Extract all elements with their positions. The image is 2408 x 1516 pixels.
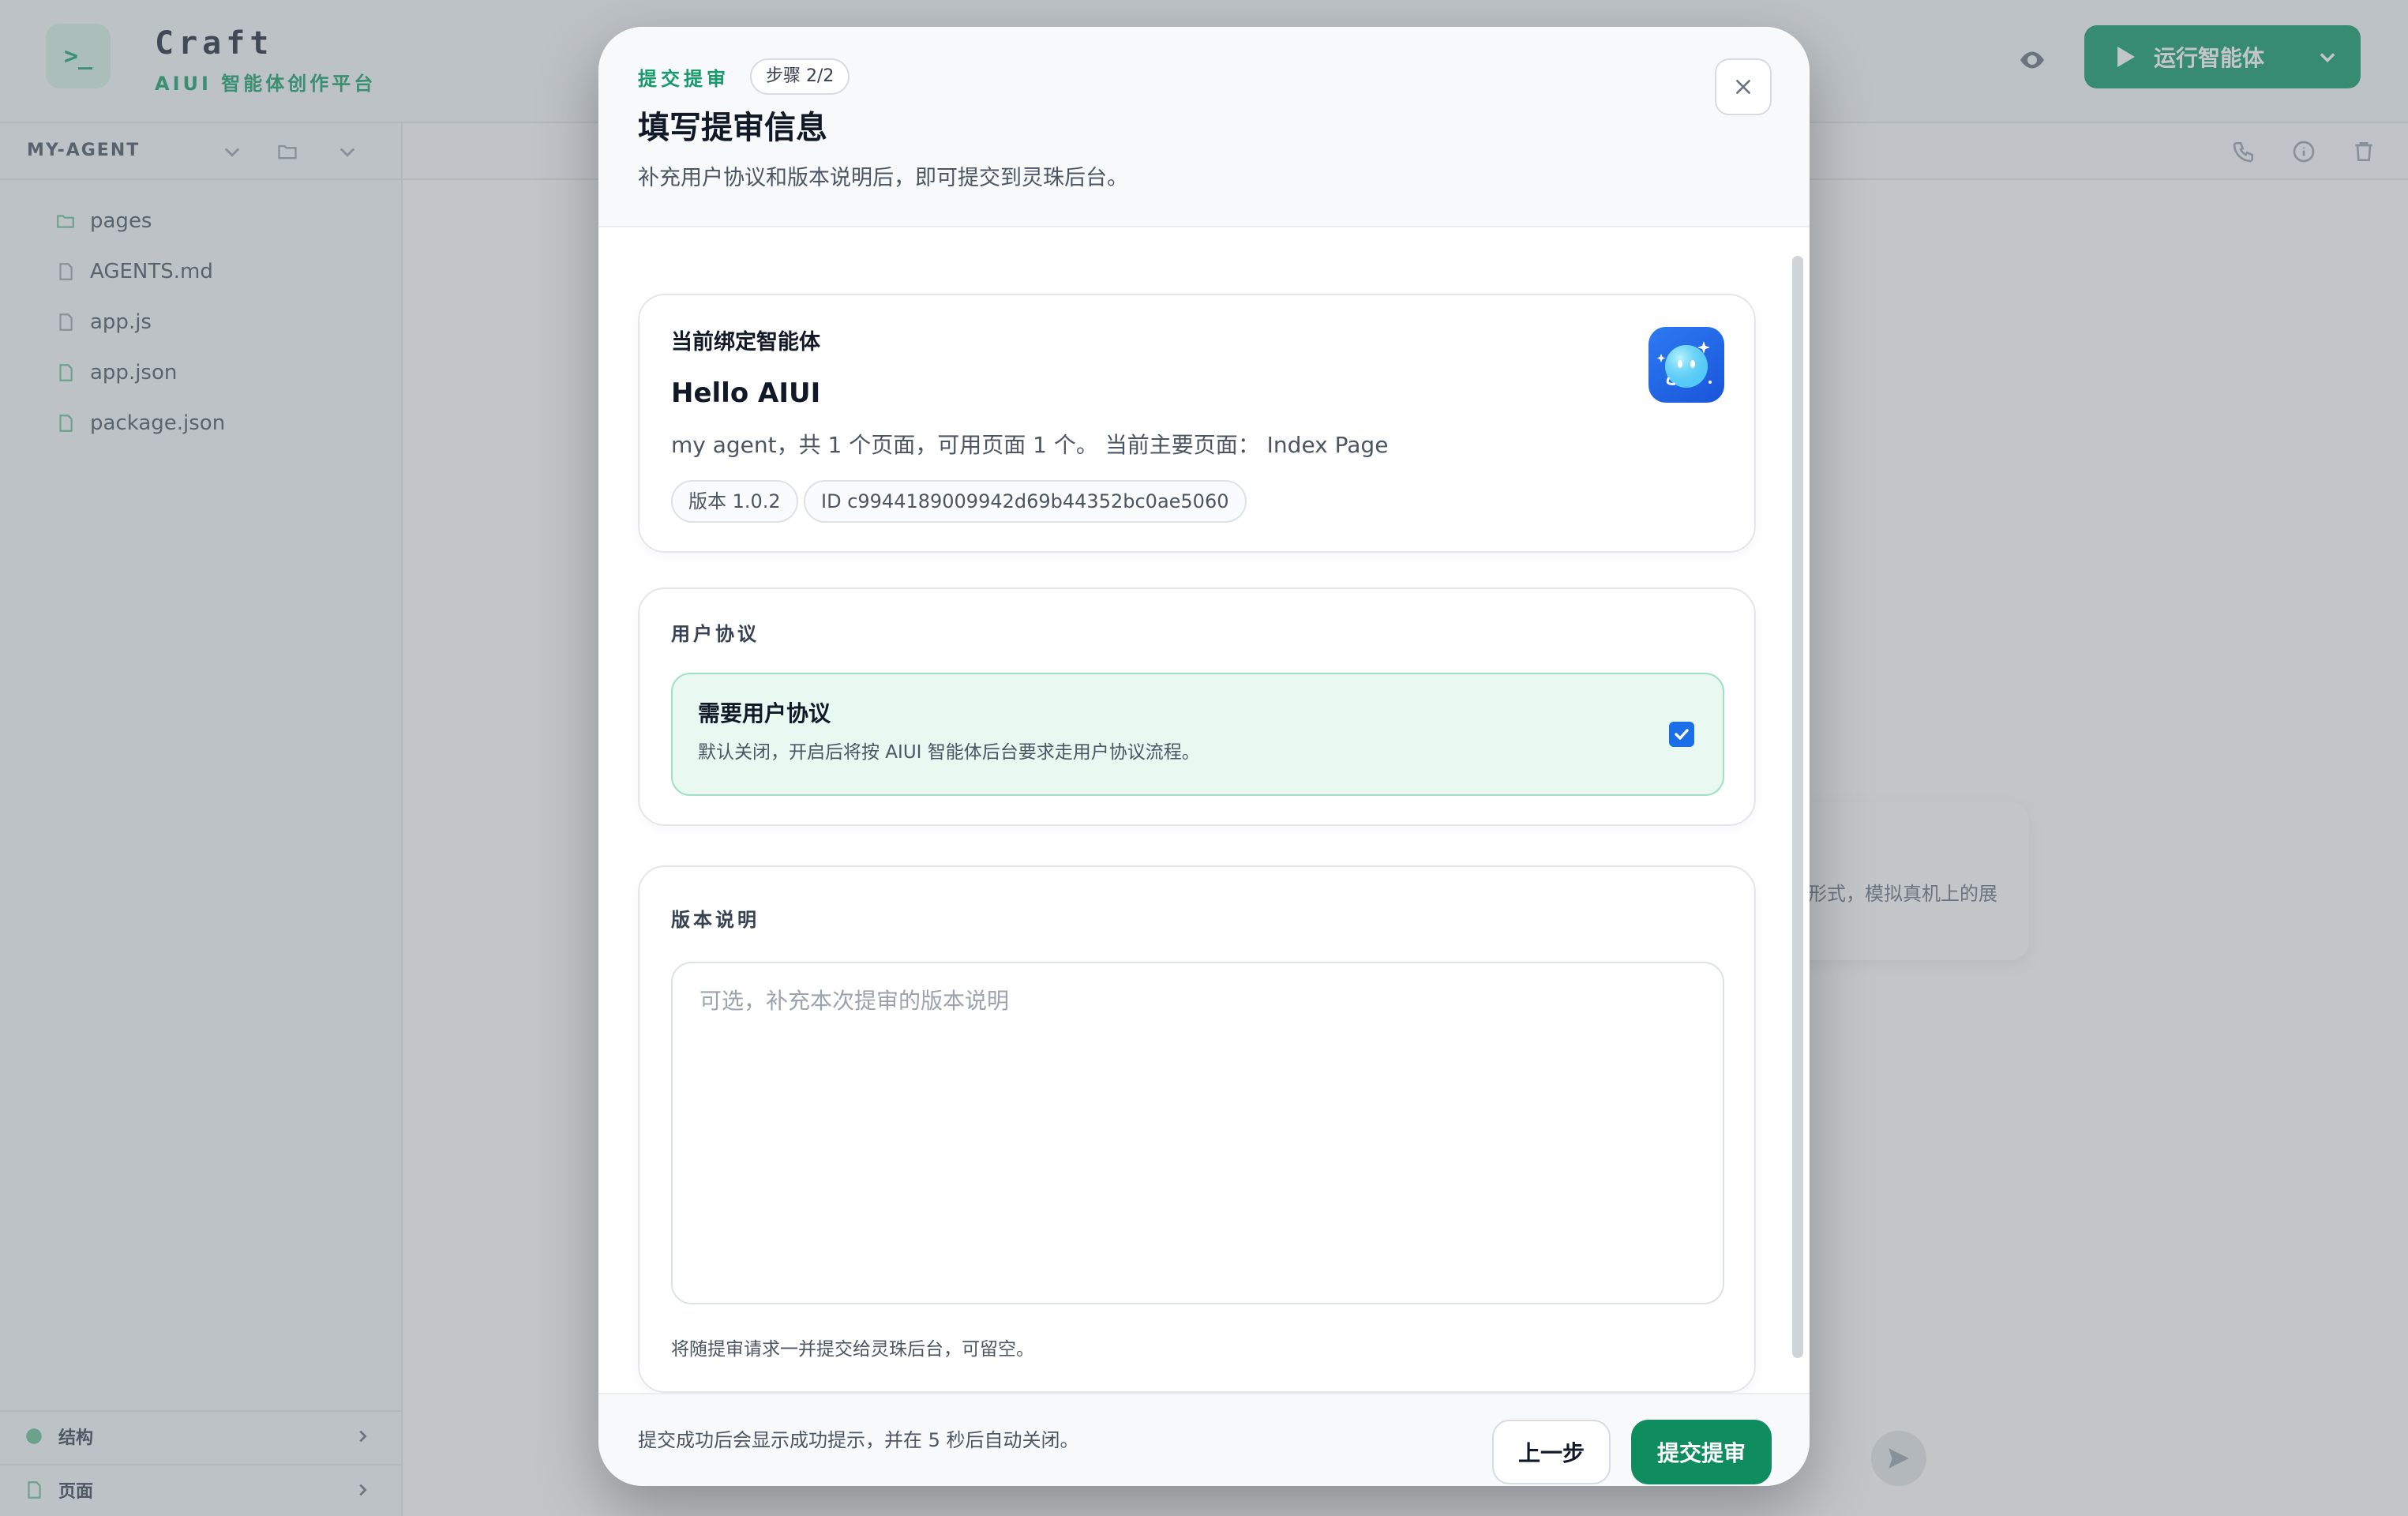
dialog-title: 填写提审信息 bbox=[638, 110, 827, 146]
checkmark-icon bbox=[1675, 729, 1689, 740]
dialog-body[interactable]: 当前绑定智能体 Hello AIUI my agent，共 1 个页面，可用页面… bbox=[598, 229, 1810, 1393]
robot-face-icon bbox=[1656, 341, 1712, 388]
dialog-header: 提交提审 步骤 2/2 填写提审信息 补充用户协议和版本说明后，即可提交到灵珠后… bbox=[598, 27, 1810, 227]
notes-help-text: 将随提审请求一并提交给灵珠后台，可留空。 bbox=[671, 1339, 1034, 1360]
agent-id-tag: ID c9944189009942d69b44352bc0ae5060 bbox=[804, 480, 1247, 523]
previous-step-button[interactable]: 上一步 bbox=[1492, 1420, 1611, 1484]
agreement-section-label: 用户协议 bbox=[671, 623, 760, 645]
close-button[interactable] bbox=[1715, 58, 1772, 115]
dialog-description: 补充用户协议和版本说明后，即可提交到灵珠后台。 bbox=[638, 166, 1128, 190]
agreement-title: 需要用户协议 bbox=[698, 700, 831, 726]
close-icon bbox=[1736, 80, 1750, 94]
agreement-checkbox[interactable] bbox=[1669, 722, 1694, 747]
submit-review-button[interactable]: 提交提审 bbox=[1631, 1420, 1772, 1484]
user-agreement-card: 用户协议 需要用户协议 默认关闭，开启后将按 AIUI 智能体后台要求走用户协议… bbox=[638, 587, 1756, 826]
bound-agent-card: 当前绑定智能体 Hello AIUI my agent，共 1 个页面，可用页面… bbox=[638, 294, 1756, 553]
notes-section-label: 版本说明 bbox=[671, 909, 760, 931]
agent-name: Hello AIUI bbox=[671, 377, 821, 409]
version-notes-input[interactable] bbox=[671, 962, 1724, 1304]
agreement-description: 默认关闭，开启后将按 AIUI 智能体后台要求走用户协议流程。 bbox=[698, 742, 1200, 763]
step-indicator: 步骤 2/2 bbox=[750, 58, 850, 95]
footer-hint: 提交成功后会显示成功提示，并在 5 秒后自动关闭。 bbox=[638, 1429, 1079, 1451]
agent-summary: my agent，共 1 个页面，可用页面 1 个。 当前主要页面： Index… bbox=[671, 432, 1389, 458]
version-notes-card: 版本说明 将随提审请求一并提交给灵珠后台，可留空。 bbox=[638, 865, 1756, 1393]
agent-avatar bbox=[1648, 327, 1724, 403]
agent-section-label: 当前绑定智能体 bbox=[671, 330, 820, 355]
user-agreement-toggle[interactable]: 需要用户协议 默认关闭，开启后将按 AIUI 智能体后台要求走用户协议流程。 bbox=[671, 673, 1724, 796]
version-tag: 版本 1.0.2 bbox=[671, 480, 798, 523]
dialog-scrollbar[interactable] bbox=[1792, 256, 1803, 1358]
dialog-footer: 提交成功后会显示成功提示，并在 5 秒后自动关闭。 上一步 提交提审 bbox=[598, 1393, 1810, 1486]
dialog-eyebrow: 提交提审 bbox=[638, 68, 730, 90]
submit-review-dialog: 提交提审 步骤 2/2 填写提审信息 补充用户协议和版本说明后，即可提交到灵珠后… bbox=[598, 27, 1810, 1486]
